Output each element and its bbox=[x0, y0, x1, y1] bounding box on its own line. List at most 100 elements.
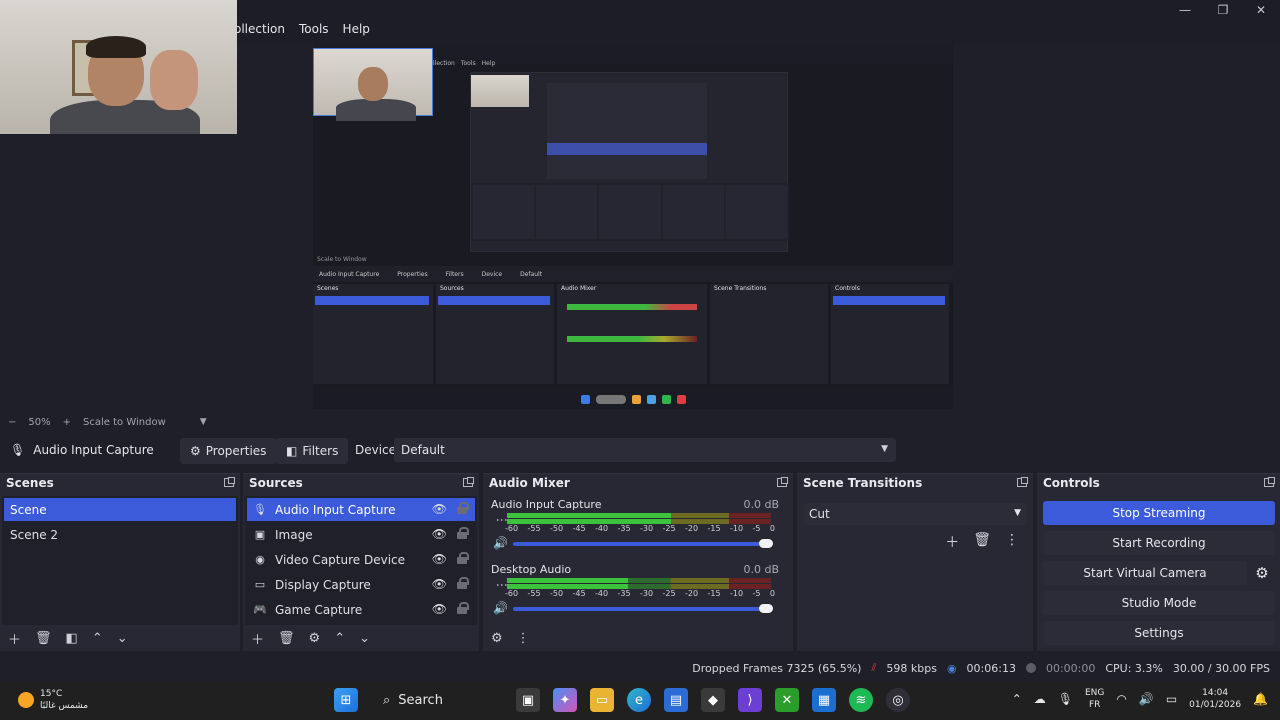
visual-studio-icon[interactable]: ⟩ bbox=[738, 688, 762, 712]
program-preview[interactable]: llection Tools Help Scale to Window Audi… bbox=[313, 44, 953, 409]
source-item[interactable]: ▭ Display Capture 👁 bbox=[247, 573, 475, 596]
clock[interactable]: 14:04 01/01/2026 bbox=[1189, 687, 1241, 711]
lock-icon[interactable] bbox=[457, 527, 469, 539]
menu-help[interactable]: Help bbox=[343, 22, 370, 36]
chevron-up-icon[interactable]: ⌃ bbox=[1012, 692, 1022, 706]
move-down-icon[interactable]: ⌄ bbox=[359, 631, 370, 646]
undock-icon[interactable] bbox=[1264, 477, 1275, 487]
scene-item[interactable]: Scene bbox=[4, 498, 236, 521]
stop-streaming-button[interactable]: Stop Streaming bbox=[1043, 501, 1275, 525]
add-source-icon[interactable]: ＋ bbox=[251, 629, 264, 648]
start-virtual-camera-button[interactable]: Start Virtual Camera bbox=[1043, 561, 1247, 585]
start-recording-button[interactable]: Start Recording bbox=[1043, 531, 1275, 555]
microphone-icon[interactable]: 🎙 bbox=[1058, 692, 1073, 706]
nested-preview bbox=[470, 72, 789, 252]
battery-icon[interactable]: ▭ bbox=[1166, 692, 1177, 706]
controls-dock: Controls Stop Streaming Start Recording … bbox=[1037, 473, 1280, 651]
mixer-menu-icon[interactable]: ⋮ bbox=[517, 631, 530, 646]
file-explorer-icon[interactable]: ▭ bbox=[590, 688, 614, 712]
scale-mode-dropdown-icon[interactable]: ▼ bbox=[200, 417, 207, 427]
volume-slider[interactable] bbox=[513, 539, 773, 548]
remove-scene-icon[interactable]: 🗑 bbox=[35, 631, 52, 646]
virtual-camera-settings-gear-icon[interactable]: ⚙ bbox=[1250, 561, 1274, 585]
spotify-icon[interactable]: ≋ bbox=[849, 688, 873, 712]
scene-filters-icon[interactable]: ◧ bbox=[66, 631, 78, 646]
properties-label: Properties bbox=[205, 444, 267, 458]
menu-tools[interactable]: Tools bbox=[299, 22, 329, 36]
maximize-button[interactable]: ❐ bbox=[1204, 0, 1242, 20]
visibility-eye-icon[interactable]: 👁 bbox=[432, 602, 447, 616]
transition-dropdown[interactable]: Cut ▼ bbox=[803, 503, 1027, 525]
wifi-icon[interactable]: ◠ bbox=[1116, 692, 1126, 706]
scenes-title: Scenes bbox=[6, 476, 54, 490]
visibility-eye-icon[interactable]: 👁 bbox=[432, 577, 447, 591]
notification-bell-icon[interactable]: 🔔 bbox=[1253, 692, 1268, 706]
sun-icon bbox=[18, 692, 34, 708]
minimize-button[interactable]: — bbox=[1166, 0, 1204, 20]
preview-menu-item: llection bbox=[433, 60, 455, 67]
visibility-eye-icon[interactable]: 👁 bbox=[432, 527, 447, 541]
visibility-eye-icon[interactable]: 👁 bbox=[432, 502, 447, 516]
scene-item[interactable]: Scene 2 bbox=[4, 523, 236, 546]
xbox-icon[interactable]: ✕ bbox=[775, 688, 799, 712]
settings-button[interactable]: Settings bbox=[1043, 621, 1275, 645]
lock-icon[interactable] bbox=[457, 502, 469, 514]
remove-transition-icon[interactable]: 🗑 bbox=[973, 532, 991, 552]
source-item[interactable]: ▣ Image 👁 bbox=[247, 523, 475, 546]
obs-icon[interactable]: ◎ bbox=[886, 688, 910, 712]
undock-icon[interactable] bbox=[224, 477, 235, 487]
channel-name: Desktop Audio bbox=[491, 563, 572, 576]
level-meter bbox=[507, 578, 771, 583]
lock-icon[interactable] bbox=[457, 602, 469, 614]
language-indicator[interactable]: ENG FR bbox=[1085, 687, 1104, 711]
source-item[interactable]: 🎙 Audio Input Capture 👁 bbox=[247, 498, 475, 521]
remove-source-icon[interactable]: 🗑 bbox=[278, 631, 295, 646]
edge-icon[interactable]: e bbox=[627, 688, 651, 712]
volume-icon[interactable]: 🔊 bbox=[1139, 692, 1154, 706]
copilot-icon[interactable]: ✦ bbox=[553, 688, 577, 712]
add-scene-icon[interactable]: ＋ bbox=[8, 629, 21, 648]
device-dropdown[interactable]: Default ▼ bbox=[394, 438, 896, 462]
preview-webcam-source bbox=[313, 48, 433, 121]
image-icon: ▣ bbox=[254, 528, 266, 541]
close-button[interactable]: ✕ bbox=[1242, 0, 1280, 20]
cloud-icon[interactable]: ☁ bbox=[1034, 692, 1046, 706]
zoom-in-button[interactable]: + bbox=[63, 417, 71, 428]
properties-button[interactable]: ⚙ Properties bbox=[180, 438, 277, 464]
advanced-audio-icon[interactable]: ⚙ bbox=[491, 631, 503, 646]
lock-icon[interactable] bbox=[457, 577, 469, 589]
undock-icon[interactable] bbox=[463, 477, 474, 487]
move-down-icon[interactable]: ⌄ bbox=[117, 631, 128, 646]
app-icon[interactable]: ▦ bbox=[812, 688, 836, 712]
sources-title: Sources bbox=[249, 476, 303, 490]
source-item[interactable]: ◉ Video Capture Device 👁 bbox=[247, 548, 475, 571]
volume-slider[interactable] bbox=[513, 604, 773, 613]
visibility-eye-icon[interactable]: 👁 bbox=[432, 552, 447, 566]
source-item[interactable]: 🎮 Game Capture 👁 bbox=[247, 598, 475, 621]
source-properties-icon[interactable]: ⚙ bbox=[309, 631, 321, 646]
add-transition-icon[interactable]: ＋ bbox=[945, 532, 959, 552]
source-item-label: Game Capture bbox=[275, 602, 363, 617]
filters-button[interactable]: ◧ Filters bbox=[276, 438, 349, 464]
task-view-icon[interactable]: ▣ bbox=[516, 688, 540, 712]
fps: 30.00 / 30.00 FPS bbox=[1172, 661, 1270, 675]
windows-start-icon[interactable]: ⊞ bbox=[334, 688, 358, 712]
zoom-out-button[interactable]: − bbox=[8, 417, 16, 428]
move-up-icon[interactable]: ⌃ bbox=[92, 631, 103, 646]
transition-menu-icon[interactable]: ⋮ bbox=[1005, 532, 1019, 552]
move-up-icon[interactable]: ⌃ bbox=[334, 631, 345, 646]
preview-controls-title: Controls bbox=[835, 285, 860, 292]
scale-mode-label[interactable]: Scale to Window bbox=[83, 417, 166, 428]
speaker-icon[interactable]: 🔊 bbox=[493, 536, 508, 550]
weather-widget[interactable]: 15°C مشمس غالبًا bbox=[18, 688, 88, 712]
taskbar-search[interactable]: ⌕ Search bbox=[371, 686, 503, 714]
store-icon[interactable]: ▤ bbox=[664, 688, 688, 712]
undock-icon[interactable] bbox=[1017, 477, 1028, 487]
unity-icon[interactable]: ◆ bbox=[701, 688, 725, 712]
studio-mode-button[interactable]: Studio Mode bbox=[1043, 591, 1275, 615]
speaker-icon[interactable]: 🔊 bbox=[493, 601, 508, 615]
undock-icon[interactable] bbox=[777, 477, 788, 487]
menu-scene-collection[interactable]: ollection bbox=[234, 22, 285, 36]
lock-icon[interactable] bbox=[457, 552, 469, 564]
preview-menu-item: Tools bbox=[460, 60, 476, 67]
